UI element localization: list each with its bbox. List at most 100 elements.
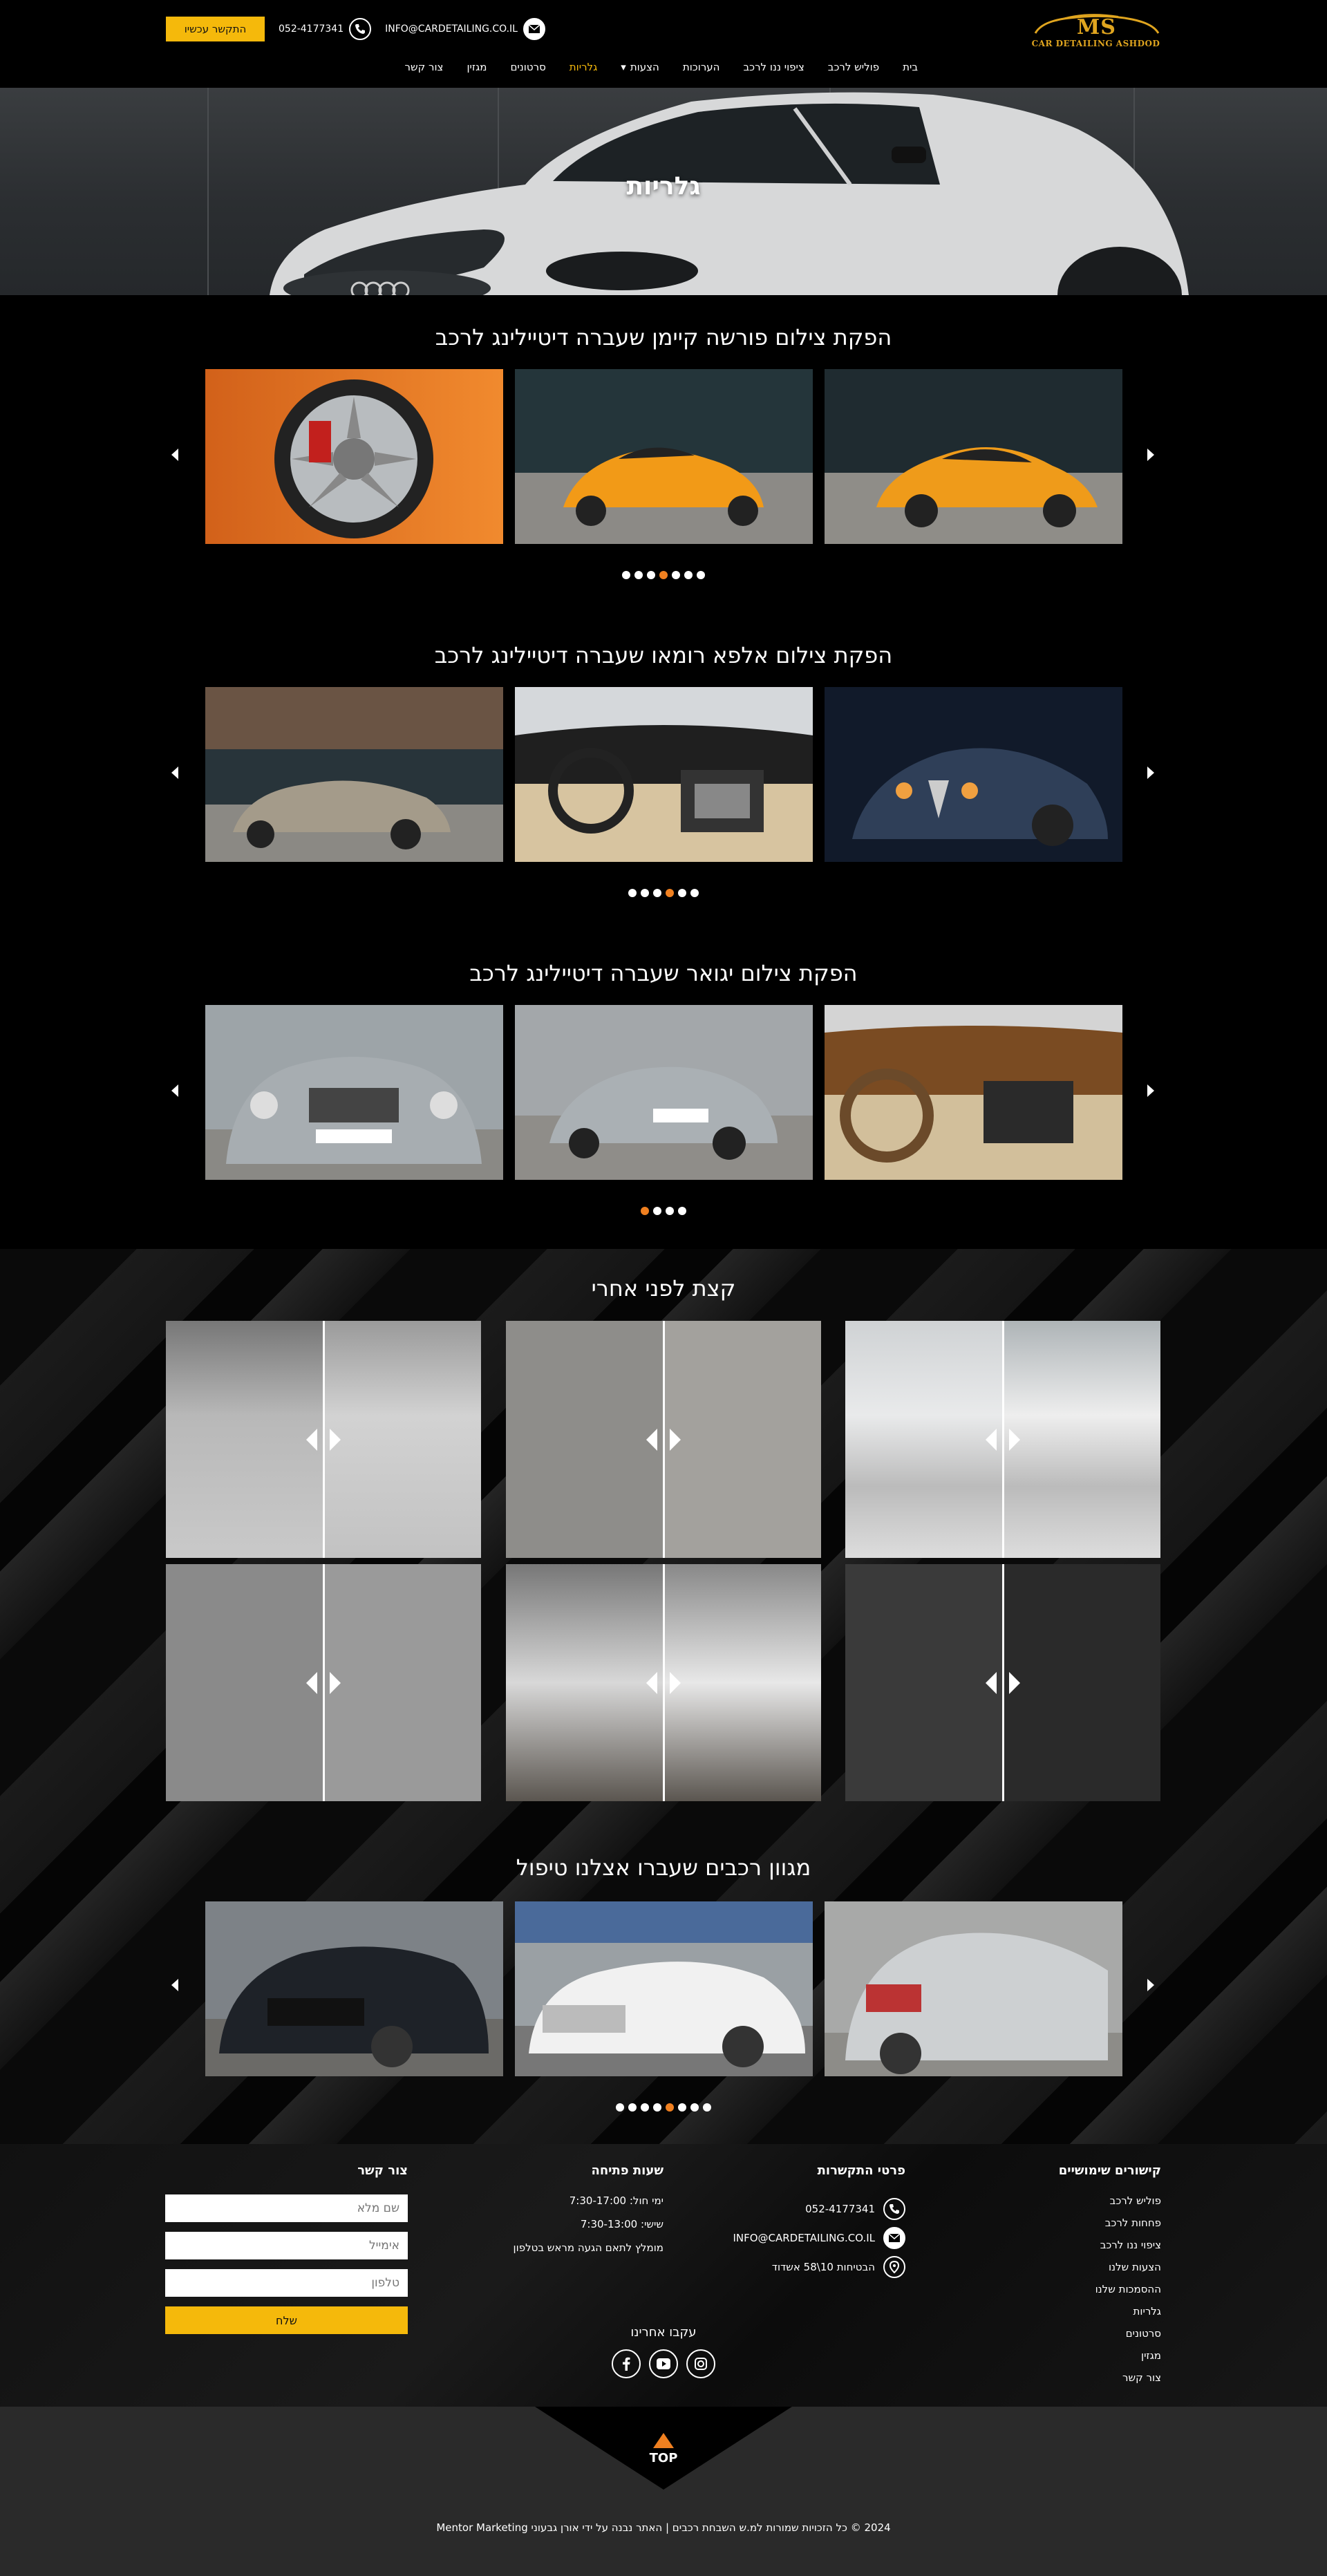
pagination-dot[interactable]	[653, 1207, 661, 1215]
gallery-image[interactable]	[205, 687, 503, 862]
slider-handle[interactable]	[981, 1668, 1024, 1698]
footer-form-title: צור קשר	[357, 2163, 408, 2178]
pagination-dot[interactable]	[703, 2103, 711, 2112]
pagination-dot[interactable]	[684, 571, 693, 579]
slider-handle[interactable]	[642, 1668, 685, 1698]
cars-slides	[205, 1901, 1122, 2076]
back-to-top-button[interactable]: TOP	[535, 2407, 792, 2490]
before-after-slider[interactable]	[506, 1564, 821, 1801]
footer-link[interactable]: הצעות שלנו	[1059, 2261, 1161, 2283]
chevron-right-icon[interactable]	[1142, 1976, 1160, 1994]
phone-icon	[883, 2198, 905, 2220]
slider-handle[interactable]	[642, 1425, 685, 1455]
name-field[interactable]	[165, 2194, 408, 2222]
nav-item-home[interactable]: בית	[891, 61, 930, 73]
pagination-dot[interactable]	[690, 889, 699, 897]
pagination-dot[interactable]	[641, 889, 649, 897]
pagination-dot[interactable]	[628, 2103, 637, 2112]
pagination-dot[interactable]	[672, 571, 680, 579]
pagination-dot[interactable]	[653, 889, 661, 897]
footer-link[interactable]: ציפוי ננו לרכב	[1059, 2239, 1161, 2261]
nav-item-offers[interactable]: הצעות ▾	[609, 61, 671, 73]
header-email[interactable]: INFO@CARDETAILING.CO.IL	[385, 18, 545, 40]
hero-banner: גלריות	[0, 88, 1327, 295]
nav-item-magazine[interactable]: מגזין	[455, 61, 498, 73]
pagination-dot[interactable]	[641, 2103, 649, 2112]
pagination-dot-active[interactable]	[666, 889, 674, 897]
car-image[interactable]	[515, 1901, 813, 2076]
pagination-dot-active[interactable]	[659, 571, 668, 579]
phone-field[interactable]	[165, 2269, 408, 2297]
submit-button[interactable]: שלח	[165, 2306, 408, 2334]
nav-item-reviews[interactable]: הערוכות	[671, 61, 732, 73]
footer-link[interactable]: פחחות לרכב	[1059, 2217, 1161, 2239]
nav-item-polish[interactable]: פוליש לרכב	[816, 61, 891, 73]
pagination-dot[interactable]	[678, 1207, 686, 1215]
chevron-right-icon[interactable]	[1142, 1082, 1160, 1100]
car-image[interactable]	[825, 1901, 1122, 2076]
location-pin-icon	[883, 2256, 905, 2278]
gallery-image[interactable]	[205, 1005, 503, 1180]
instagram-icon[interactable]	[686, 2349, 715, 2378]
before-after-slider[interactable]	[166, 1321, 481, 1558]
chevron-right-icon[interactable]	[1142, 446, 1160, 464]
before-after-slider[interactable]	[845, 1564, 1160, 1801]
pagination-dot[interactable]	[634, 571, 643, 579]
header-phone[interactable]: 052-4177341	[279, 18, 372, 40]
gallery-image[interactable]	[205, 369, 503, 544]
pagination-dot-active[interactable]	[666, 2103, 674, 2112]
pagination-dot[interactable]	[616, 2103, 624, 2112]
gallery-image[interactable]	[515, 687, 813, 862]
pagination-dot[interactable]	[678, 2103, 686, 2112]
pagination-dot[interactable]	[647, 571, 655, 579]
slider-handle[interactable]	[302, 1668, 345, 1698]
nav-item-nano[interactable]: ציפוי ננו לרכב	[731, 61, 816, 73]
pagination-dot[interactable]	[622, 571, 630, 579]
footer-link[interactable]: ההסמכות שלנו	[1059, 2283, 1161, 2305]
chevron-down-icon: ▾	[621, 61, 626, 73]
before-image	[845, 1564, 1003, 1801]
page-title: גלריות	[626, 172, 701, 200]
slider-handle[interactable]	[302, 1425, 345, 1455]
footer-email[interactable]: INFO@CARDETAILING.CO.IL	[733, 2224, 905, 2253]
before-after-slider[interactable]	[506, 1321, 821, 1558]
car-image[interactable]	[205, 1901, 503, 2076]
header-phone-number: 052-4177341	[279, 23, 344, 35]
chevron-left-icon[interactable]	[166, 764, 184, 782]
pagination-dot[interactable]	[697, 571, 705, 579]
chevron-left-icon[interactable]	[166, 446, 184, 464]
logo-tagline: CAR DETAILING ASHDOD	[1031, 39, 1160, 48]
footer-link[interactable]: גלריות	[1059, 2305, 1161, 2327]
footer-link[interactable]: פוליש לרכב	[1059, 2194, 1161, 2217]
nav-item-videos[interactable]: סרטונים	[498, 61, 557, 73]
youtube-icon[interactable]	[649, 2349, 678, 2378]
email-field[interactable]	[165, 2232, 408, 2259]
gallery-image[interactable]	[825, 687, 1122, 862]
chevron-left-icon[interactable]	[166, 1082, 184, 1100]
before-after-slider[interactable]	[845, 1321, 1160, 1558]
footer-link[interactable]: מגזין	[1059, 2349, 1161, 2371]
pagination-dot-active[interactable]	[641, 1207, 649, 1215]
gallery-image[interactable]	[515, 369, 813, 544]
email-icon	[883, 2227, 905, 2249]
before-after-slider[interactable]	[166, 1564, 481, 1801]
gallery-image[interactable]	[825, 1005, 1122, 1180]
footer-link[interactable]: סרטונים	[1059, 2327, 1161, 2349]
pagination-dot[interactable]	[690, 2103, 699, 2112]
footer-phone[interactable]: 052-4177341	[733, 2194, 905, 2224]
pagination-dot[interactable]	[653, 2103, 661, 2112]
chevron-left-icon[interactable]	[166, 1976, 184, 1994]
nav-item-galleries[interactable]: גלריות	[558, 61, 609, 73]
footer-link[interactable]: צור קשר	[1059, 2371, 1161, 2394]
gallery-image[interactable]	[515, 1005, 813, 1180]
call-now-button[interactable]: התקשר עכשיו	[166, 17, 265, 41]
slider-handle[interactable]	[981, 1425, 1024, 1455]
pagination-dot[interactable]	[678, 889, 686, 897]
logo[interactable]: MS CAR DETAILING ASHDOD	[1028, 12, 1163, 51]
gallery-image[interactable]	[825, 369, 1122, 544]
facebook-icon[interactable]	[612, 2349, 641, 2378]
nav-item-contact[interactable]: צור קשר	[393, 61, 455, 73]
pagination-dot[interactable]	[666, 1207, 674, 1215]
pagination-dot[interactable]	[628, 889, 637, 897]
chevron-right-icon[interactable]	[1142, 764, 1160, 782]
